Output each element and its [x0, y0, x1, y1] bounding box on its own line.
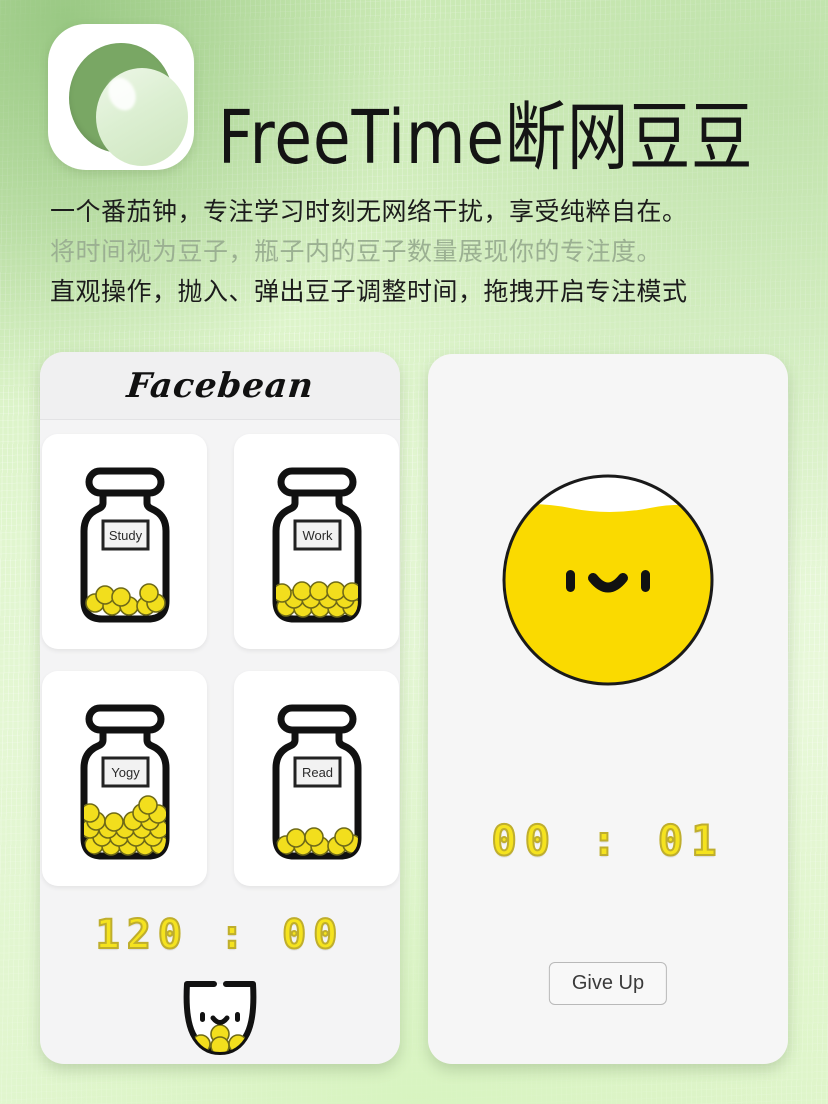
page-title: FreeTime断网豆豆 — [218, 94, 754, 181]
subtitle-line-3: 直观操作，抛入、弹出豆子调整时间，拖拽开启专注模式 — [50, 277, 688, 306]
jar-icon: Study — [80, 467, 169, 622]
bean-fill-level — [504, 504, 712, 684]
jar-icon: Yogy — [80, 704, 169, 859]
jar-beans — [84, 582, 166, 616]
countdown-timer-display: 00 : 01 — [490, 815, 725, 866]
jar-card-yogy[interactable]: Yogy — [42, 671, 207, 886]
give-up-button[interactable]: Give Up — [548, 962, 668, 1005]
bean-cup-face-icon[interactable] — [177, 976, 263, 1058]
page-header: FreeTime断网豆豆 一个番茄钟，专注学习时刻无网络干扰，享受纯粹自在。 将… — [0, 0, 828, 340]
subtitle-line-1: 一个番茄钟，专注学习时刻无网络干扰，享受纯粹自在。 — [50, 197, 688, 226]
jar-label-work: Work — [302, 528, 333, 543]
jar-beans — [275, 580, 358, 618]
jar-card-study[interactable]: Study — [42, 434, 207, 649]
right-timer-block: 00 : 01 — [428, 815, 788, 866]
bean-bubble-icon — [69, 43, 188, 166]
app-icon — [48, 24, 194, 170]
facebean-title: Facebean — [124, 365, 316, 406]
subtitle-line-2: 将时间视为豆子，瓶子内的豆子数量展现你的专注度。 — [50, 237, 663, 266]
phone-mockup-right: 00 : 01 Give Up — [428, 354, 788, 1064]
jar-label-yogy: Yogy — [111, 765, 140, 780]
left-timer-block: 120 : 00 — [40, 911, 400, 1063]
phone-mockup-left: Facebean Study Work Yogy Read 120: 00 — [40, 352, 400, 1064]
jar-card-read[interactable]: Read — [234, 671, 399, 886]
jar-beans — [275, 826, 358, 856]
jar-label-study: Study — [108, 528, 142, 543]
jar-grid: Study Work Yogy Read — [40, 434, 400, 886]
jar-card-work[interactable]: Work — [234, 434, 399, 649]
bean-face-container — [500, 472, 716, 693]
facebean-header: Facebean — [40, 352, 400, 420]
total-timer-display: 120 : 00 — [95, 911, 345, 959]
subtitle-block: 一个番茄钟，专注学习时刻无网络干扰，享受纯粹自在。 将时间视为豆子，瓶子内的豆子… — [50, 192, 810, 312]
bean-face-fill-icon[interactable] — [500, 472, 716, 688]
jar-label-read: Read — [301, 765, 332, 780]
jar-icon: Work — [272, 467, 361, 622]
jar-icon: Read — [272, 704, 361, 859]
